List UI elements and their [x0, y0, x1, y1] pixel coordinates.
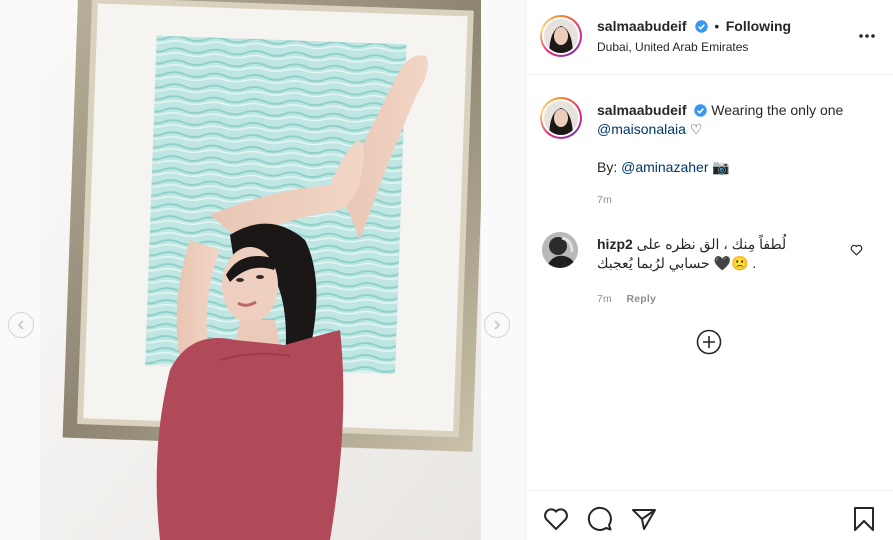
following-button[interactable]: Following: [726, 18, 791, 34]
comment-text-end: .: [752, 255, 757, 271]
plus-circle-icon: [696, 329, 722, 355]
commenter-username[interactable]: hizp2: [597, 236, 633, 252]
caption-mention[interactable]: @maisonalaia: [597, 121, 686, 137]
heart-emoji: ♡: [689, 121, 703, 137]
post-action-bar: [526, 490, 893, 540]
chevron-right-icon: [494, 320, 501, 330]
caption-username[interactable]: salmaabudeif: [597, 102, 686, 118]
comment-text-line1: لُطفاً مِنك ، الق نظره على: [636, 236, 787, 252]
post-photo-illustration: [40, 0, 481, 540]
post-header: salmaabudeif • Following Dubai, United A…: [526, 0, 893, 75]
commenter-avatar[interactable]: [542, 232, 578, 268]
share-button[interactable]: [630, 505, 658, 533]
post-detail-panel: salmaabudeif • Following Dubai, United A…: [525, 0, 893, 540]
reply-button[interactable]: Reply: [626, 293, 656, 305]
paper-plane-icon: [632, 509, 656, 530]
comment-emojis: 🖤🙁: [713, 255, 749, 271]
load-more-comments-button[interactable]: [695, 328, 723, 356]
bookmark-icon: [854, 507, 874, 531]
caption-avatar[interactable]: [540, 97, 582, 139]
heart-outline-icon: [544, 508, 568, 530]
comment-bubble-icon: [587, 506, 612, 531]
save-button[interactable]: [850, 505, 878, 533]
caption-timestamp[interactable]: 7m: [597, 194, 612, 206]
verified-badge-icon: [694, 104, 708, 117]
like-button[interactable]: [542, 505, 570, 533]
author-username[interactable]: salmaabudeif: [597, 18, 686, 34]
previous-photo-button[interactable]: [8, 312, 34, 338]
verified-badge-icon: [695, 20, 708, 33]
author-avatar[interactable]: [540, 15, 582, 57]
like-comment-button[interactable]: [848, 242, 864, 258]
chevron-left-icon: [17, 320, 24, 330]
post-photo[interactable]: [40, 0, 481, 540]
heart-outline-icon: [850, 244, 862, 256]
comment-text-line2: حسابي لرُبما يُعجبك: [597, 255, 710, 271]
comment-button[interactable]: [586, 505, 614, 533]
caption-text: Wearing the only one: [711, 102, 844, 118]
post-location[interactable]: Dubai, United Arab Emirates: [597, 40, 748, 54]
comment-timestamp[interactable]: 7m: [597, 293, 612, 305]
more-horizontal-icon: [859, 34, 875, 38]
separator-dot: •: [714, 18, 720, 34]
avatar-image: [542, 232, 578, 268]
avatar-image: [544, 101, 578, 135]
more-options-button[interactable]: [852, 26, 882, 46]
credit-mention[interactable]: @aminazaher: [621, 159, 708, 175]
avatar-image: [544, 19, 578, 53]
next-photo-button[interactable]: [484, 312, 510, 338]
credit-prefix: By:: [597, 159, 618, 175]
camera-emoji: 📷: [712, 159, 730, 175]
photo-stage: [0, 0, 525, 540]
